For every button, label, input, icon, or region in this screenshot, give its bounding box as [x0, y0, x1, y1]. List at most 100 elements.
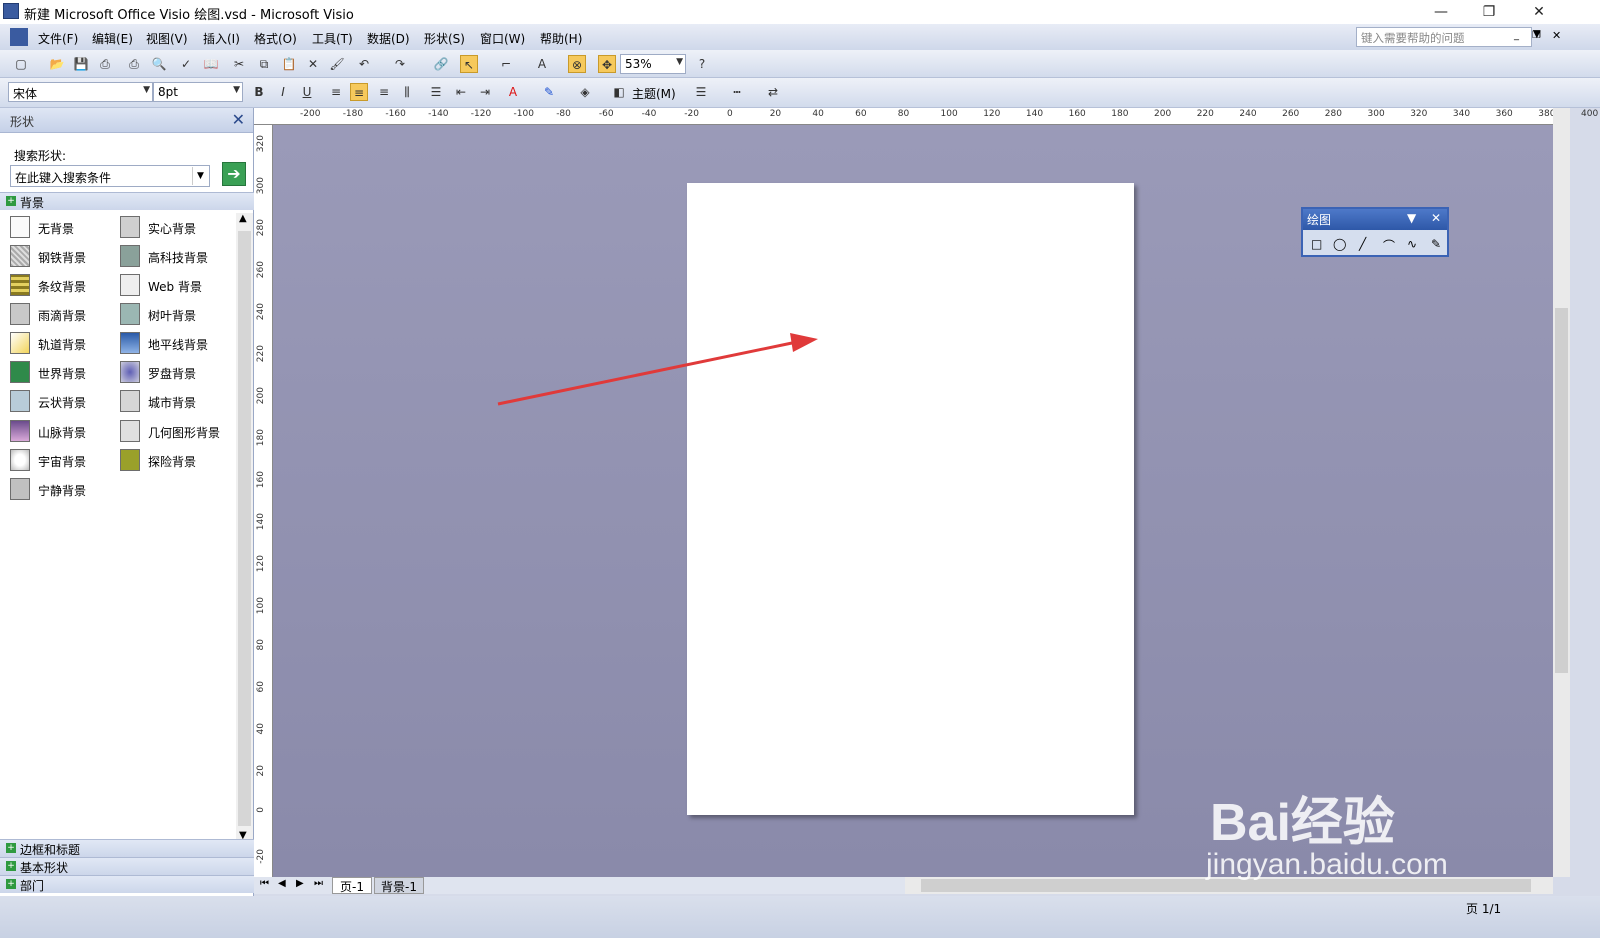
format-painter-icon[interactable]: 🖌: [328, 55, 346, 73]
align-center-icon[interactable]: ≡: [350, 83, 368, 101]
line-tool-icon[interactable]: ╱: [1359, 237, 1366, 251]
text-tool-icon[interactable]: A: [533, 55, 551, 73]
horizontal-ruler[interactable]: -200 -180 -160 -140 -120 -100 -80 -60 -40 -20 0 20 4…: [254, 108, 1598, 125]
toolbar-options-icon[interactable]: ▼: [1407, 211, 1416, 225]
search-go-button[interactable]: ➔: [222, 162, 246, 186]
theme-button[interactable]: 主题(M): [632, 85, 676, 102]
research-icon[interactable]: 📖: [202, 55, 220, 73]
increase-indent-icon[interactable]: ⇥: [476, 83, 494, 101]
pointer-tool-icon[interactable]: ↖: [460, 55, 478, 73]
visio-app-icon[interactable]: [3, 3, 19, 19]
category-header-open[interactable]: + 背景: [0, 192, 254, 210]
last-page-icon[interactable]: ⏭: [314, 878, 323, 889]
next-page-icon[interactable]: ▶: [296, 878, 304, 889]
zoom-select[interactable]: 53% ▼: [620, 54, 686, 74]
hyperlink-icon[interactable]: 🔗: [432, 55, 450, 73]
canvas-vertical-scrollbar[interactable]: [1553, 108, 1570, 877]
ruler-label: 120: [256, 555, 266, 573]
align-right-icon[interactable]: ≡: [375, 83, 393, 101]
italic-icon[interactable]: I: [274, 83, 292, 101]
theme-icon[interactable]: ◧: [610, 83, 628, 101]
menu-format[interactable]: 格式(O): [254, 30, 297, 47]
print-icon[interactable]: ⎙: [125, 55, 143, 73]
permission-icon[interactable]: ⎙: [96, 55, 114, 73]
cut-icon[interactable]: ✂: [230, 55, 248, 73]
document-icon[interactable]: [10, 28, 28, 46]
font-size-select[interactable]: 8pt ▼: [153, 82, 243, 102]
close-window-button[interactable]: ✕: [1516, 0, 1562, 24]
search-dropdown-icon[interactable]: ▼: [192, 167, 208, 185]
tab-background-1[interactable]: 背景-1: [374, 877, 424, 894]
doc-minimize-button[interactable]: _: [1514, 30, 1519, 41]
menu-view[interactable]: 视图(V): [146, 30, 188, 47]
ellipse-tool-icon[interactable]: ◯: [1333, 237, 1346, 251]
menu-shapes[interactable]: 形状(S): [424, 30, 465, 47]
line-weight-icon[interactable]: ☰: [692, 83, 710, 101]
font-color-icon[interactable]: A: [504, 83, 522, 101]
help-icon[interactable]: ?: [693, 55, 711, 73]
pencil-tool-icon[interactable]: ✎: [1431, 237, 1441, 251]
fill-color-icon[interactable]: ◈: [576, 83, 594, 101]
search-input[interactable]: 在此键入搜索条件: [10, 165, 210, 187]
category-header[interactable]: + 边框和标题: [0, 839, 254, 857]
stencil-item-icon: [10, 216, 30, 238]
menu-help[interactable]: 帮助(H): [540, 30, 582, 47]
align-left-icon[interactable]: ≡: [327, 83, 345, 101]
redo-icon[interactable]: ↷: [391, 55, 409, 73]
stencil-scrollbar[interactable]: ▲ ▼: [236, 213, 253, 845]
drawing-page[interactable]: [687, 183, 1134, 815]
menu-window[interactable]: 窗口(W): [480, 30, 525, 47]
underline-icon[interactable]: U: [298, 83, 316, 101]
stencil-item-label: 实心背景: [148, 222, 197, 236]
rectangle-tool-icon[interactable]: □: [1311, 237, 1322, 251]
menu-insert[interactable]: 插入(I): [203, 30, 240, 47]
standard-toolbar: ▢ 📂 💾 ⎙ ⎙ 🔍 ✓ 📖 ✂ ⧉ 📋 ✕ 🖌 ↶ ↷ 🔗 ↖ ⌐ A ⊗ …: [0, 50, 1600, 78]
delete-icon[interactable]: ✕: [304, 55, 322, 73]
scrollbar-thumb[interactable]: [1555, 308, 1568, 673]
prev-page-icon[interactable]: ◀: [278, 878, 286, 889]
bullets-icon[interactable]: ☰: [427, 83, 445, 101]
stencil-item-label: 树叶背景: [148, 309, 197, 323]
menu-tools[interactable]: 工具(T): [312, 30, 353, 47]
scrollbar-thumb[interactable]: [238, 231, 251, 826]
category-header[interactable]: + 基本形状: [0, 857, 254, 875]
minimize-button[interactable]: —: [1418, 0, 1464, 24]
help-search-input[interactable]: 键入需要帮助的问题: [1356, 27, 1532, 47]
font-select[interactable]: 宋体 ▼: [8, 82, 153, 102]
save-icon[interactable]: 💾: [72, 55, 90, 73]
close-icon[interactable]: ✕: [1431, 211, 1441, 225]
arc-tool-icon[interactable]: ⌒: [1383, 237, 1395, 254]
doc-close-button[interactable]: ✕: [1552, 29, 1561, 42]
line-ends-icon[interactable]: ⇄: [764, 83, 782, 101]
connector-tool-icon[interactable]: ⌐: [497, 55, 515, 73]
pan-zoom-icon[interactable]: ✥: [598, 55, 616, 73]
menu-data[interactable]: 数据(D): [367, 30, 410, 47]
new-icon[interactable]: ▢: [12, 55, 30, 73]
line-pattern-icon[interactable]: ┅: [728, 83, 746, 101]
scroll-up-icon[interactable]: ▲: [239, 213, 247, 224]
open-icon[interactable]: 📂: [48, 55, 66, 73]
undo-icon[interactable]: ↶: [355, 55, 373, 73]
connection-point-icon[interactable]: ⊗: [568, 55, 586, 73]
close-icon[interactable]: ✕: [232, 110, 245, 129]
print-preview-icon[interactable]: 🔍: [150, 55, 168, 73]
tab-page-1[interactable]: 页-1: [332, 877, 372, 894]
first-page-icon[interactable]: ⏮: [260, 878, 269, 889]
spelling-icon[interactable]: ✓: [177, 55, 195, 73]
vertical-align-icon[interactable]: ⫼: [398, 83, 416, 101]
baidu-watermark-url: jingyan.baidu.com: [1206, 848, 1448, 881]
vertical-ruler[interactable]: 320 300 280 260 240 220 200 180 160 140 120 100 80 60…: [254, 125, 273, 877]
decrease-indent-icon[interactable]: ⇤: [452, 83, 470, 101]
copy-icon[interactable]: ⧉: [255, 55, 273, 73]
drawing-toolbar-header[interactable]: 绘图 ▼ ✕: [1303, 209, 1447, 230]
category-header[interactable]: + 部门: [0, 875, 254, 893]
paste-icon[interactable]: 📋: [280, 55, 298, 73]
freeform-tool-icon[interactable]: ∿: [1407, 237, 1417, 251]
doc-restore-button[interactable]: ❐: [1532, 30, 1541, 41]
menu-edit[interactable]: 编辑(E): [92, 30, 133, 47]
restore-button[interactable]: ❐: [1466, 0, 1512, 24]
menu-file[interactable]: 文件(F): [38, 30, 78, 47]
line-color-icon[interactable]: ✎: [540, 83, 558, 101]
stencil-item-label: 云状背景: [38, 396, 87, 410]
bold-icon[interactable]: B: [250, 83, 268, 101]
